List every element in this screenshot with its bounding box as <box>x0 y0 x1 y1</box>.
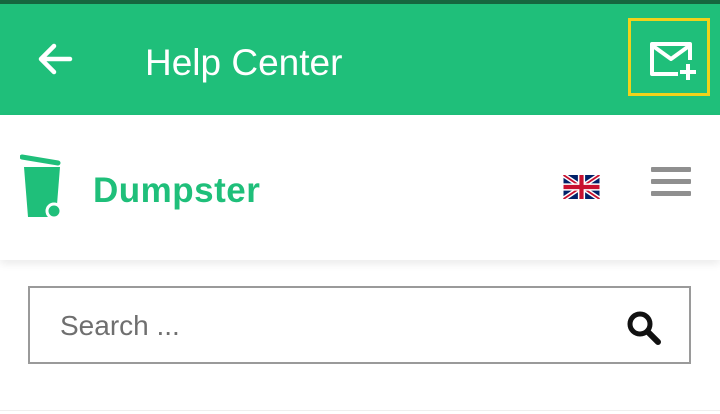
arrow-left-icon <box>38 43 73 75</box>
trash-can-icon[interactable] <box>20 153 66 221</box>
uk-flag-icon[interactable] <box>563 175 600 199</box>
page-title: Help Center <box>145 42 343 83</box>
app-bar: Help Center <box>0 4 720 115</box>
compose-email-button[interactable] <box>628 18 710 96</box>
menu-bar <box>651 191 691 196</box>
brand-name[interactable]: Dumpster <box>93 171 260 211</box>
hamburger-menu-icon[interactable] <box>651 167 691 201</box>
search-box <box>28 286 691 364</box>
site-header: Dumpster <box>0 115 720 260</box>
search-input[interactable] <box>58 288 622 364</box>
search-icon[interactable] <box>626 310 662 346</box>
divider <box>0 410 720 411</box>
mail-plus-icon <box>650 42 696 80</box>
back-button[interactable] <box>30 34 80 84</box>
menu-bar <box>651 179 691 184</box>
menu-bar <box>651 167 691 172</box>
